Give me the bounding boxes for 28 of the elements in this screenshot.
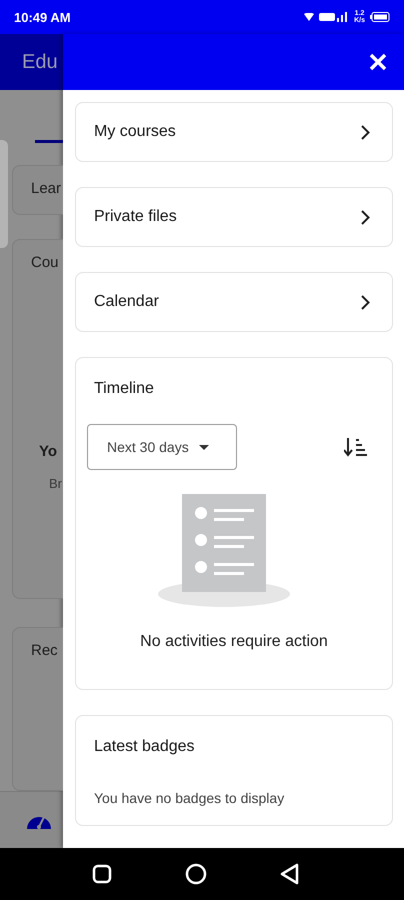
- recents-icon[interactable]: [92, 864, 112, 884]
- status-time: 10:49 AM: [14, 10, 71, 24]
- caret-icon: [198, 444, 209, 450]
- menu-link[interactable]: Private files: [75, 187, 393, 247]
- empty-message: No activities require action: [139, 633, 329, 651]
- back-icon[interactable]: [280, 863, 300, 885]
- signal-icon: [319, 12, 350, 22]
- filter-dropdown[interactable]: Next 30 days: [87, 424, 237, 470]
- empty-text: Br: [49, 476, 63, 492]
- card-title: Latest badges: [94, 738, 196, 756]
- chevron-icon: [361, 210, 370, 224]
- app-title: Edu: [22, 50, 58, 74]
- card-title: Lear: [31, 180, 62, 197]
- badges-message: You have no badges to display: [94, 790, 286, 806]
- tab-indicator: [35, 140, 63, 143]
- chevron-icon: [361, 124, 370, 140]
- card-title: Timeline: [94, 380, 155, 398]
- card-title: Cou: [31, 254, 60, 272]
- close-button[interactable]: [368, 52, 388, 72]
- menu-link[interactable]: Calendar: [75, 272, 393, 332]
- sort-button[interactable]: [344, 437, 368, 457]
- empty-title: Yo: [39, 443, 58, 460]
- card-title: Rec: [31, 642, 59, 660]
- battery-icon: [370, 12, 390, 22]
- wifi-icon: [304, 13, 314, 21]
- chevron-icon: [361, 294, 370, 310]
- menu-link[interactable]: My courses: [75, 102, 393, 162]
- home-icon[interactable]: [185, 863, 207, 885]
